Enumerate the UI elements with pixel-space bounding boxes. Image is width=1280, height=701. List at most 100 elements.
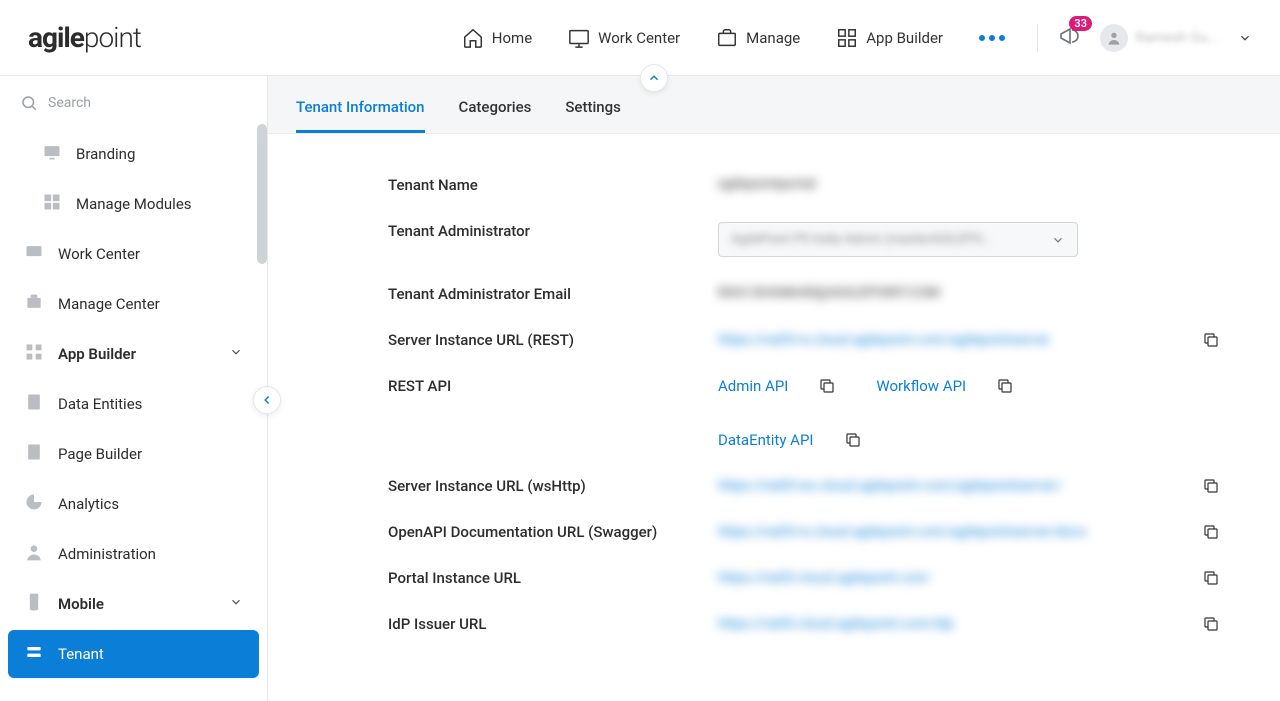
value-wshttp-url: https://na03-ws.cloud.agilepoint.com/agi… [718,478,1062,494]
logo-light: point [84,21,141,54]
sidebar-item-app-builder[interactable]: App Builder [8,330,259,378]
nav-home[interactable]: Home [462,27,532,49]
sidebar-item-page-builder[interactable]: Page Builder [8,430,259,478]
data-entities-icon [24,392,44,416]
label-rest-api: REST API [388,377,718,395]
label-swagger-url: OpenAPI Documentation URL (Swagger) [388,523,718,541]
top-nav: Home Work Center Manage App Builder [462,27,1005,49]
nav-work-center-label: Work Center [598,29,680,47]
field-tenant-admin: Tenant Administrator AgilePoint PS India… [388,208,1220,271]
field-portal-url: Portal Instance URL https://na03.cloud.a… [388,555,1220,601]
field-swagger-url: OpenAPI Documentation URL (Swagger) http… [388,509,1220,555]
logo: agilepoint [28,21,141,54]
manage-modules-icon [42,192,62,216]
sidebar-item-label: Analytics [58,495,119,513]
copy-icon[interactable] [1202,477,1220,495]
link-admin-api[interactable]: Admin API [718,377,788,395]
value-tenant-admin-email: RAVI.SHANKAR@AGILEPOINT.COM [718,285,940,301]
sidebar-item-work-center[interactable]: Work Center [8,230,259,278]
label-idp-url: IdP Issuer URL [388,615,718,633]
copy-icon[interactable] [1202,569,1220,587]
sidebar-list: Branding Manage Modules Work Center Manage … [0,120,267,701]
notifications[interactable]: 33 [1058,24,1082,52]
sidebar: Search Branding Manage Modules Work Center… [0,76,268,701]
label-tenant-admin-email: Tenant Administrator Email [388,285,718,303]
sidebar-item-mobile[interactable]: Mobile [8,580,259,628]
sidebar-scrollbar[interactable] [257,124,267,264]
mobile-icon [24,592,44,616]
label-tenant-name: Tenant Name [388,176,718,194]
notification-badge: 33 [1069,16,1092,31]
tab-settings[interactable]: Settings [565,98,621,133]
logo-bold: agile [28,21,84,54]
copy-icon[interactable] [1202,331,1220,349]
page-builder-icon [24,442,44,466]
copy-icon[interactable] [996,377,1014,395]
chevron-down-icon [1238,31,1252,45]
field-rest-url: Server Instance URL (REST) https://na03-… [388,317,1220,363]
sidebar-item-administration[interactable]: Administration [8,530,259,578]
sidebar-item-manage-modules[interactable]: Manage Modules [8,180,259,228]
value-rest-url: https://na03-rs.cloud.agilepoint.com/agi… [718,332,1050,348]
monitor-icon [568,27,590,49]
value-swagger-url: https://na03-rs.cloud.agilepoint.com/agi… [718,524,1086,540]
search-icon [20,94,38,112]
sidebar-item-label: Manage Center [58,295,160,313]
field-tenant-name: Tenant Name agilepointportal [388,162,1220,208]
app-builder-icon [24,342,44,366]
nav-manage[interactable]: Manage [716,27,800,49]
sidebar-item-branding[interactable]: Branding [8,130,259,178]
sidebar-item-data-entities[interactable]: Data Entities [8,380,259,428]
sidebar-item-label: Branding [76,145,135,163]
chevron-left-icon [260,393,274,407]
nav-app-builder[interactable]: App Builder [836,27,943,49]
link-workflow-api[interactable]: Workflow API [876,377,966,395]
sidebar-item-label: Work Center [58,245,140,263]
header-collapse-button[interactable] [640,64,668,92]
label-wshttp-url: Server Instance URL (wsHttp) [388,477,718,495]
search-placeholder: Search [48,95,91,111]
select-tenant-admin[interactable]: AgilePoint PS India Admin (masterAGILEPO… [718,222,1078,257]
tabs: Tenant Information Categories Settings [268,76,1280,133]
copy-icon[interactable] [818,377,836,395]
label-tenant-admin: Tenant Administrator [388,222,718,240]
copy-icon[interactable] [1202,615,1220,633]
field-wshttp-url: Server Instance URL (wsHttp) https://na0… [388,463,1220,509]
sidebar-item-analytics[interactable]: Analytics [8,480,259,528]
tab-categories[interactable]: Categories [459,98,532,133]
user-menu[interactable]: Ramesh Gu... [1100,24,1252,52]
sidebar-item-label: Administration [58,545,156,563]
grid-icon [836,27,858,49]
avatar [1100,24,1128,52]
chevron-down-icon [1051,233,1065,247]
value-portal-url: https://na03.cloud.agilepoint.com [718,570,929,586]
chevron-down-icon [229,345,243,363]
tenant-icon [24,642,44,666]
chevron-up-icon [647,71,661,85]
link-dataentity-api[interactable]: DataEntity API [718,431,814,449]
sidebar-item-manage-center[interactable]: Manage Center [8,280,259,328]
administration-icon [24,542,44,566]
select-tenant-admin-value: AgilePoint PS India Admin (masterAGILEPO… [731,232,992,247]
sidebar-collapse-handle[interactable] [253,386,281,414]
work-center-icon [24,242,44,266]
sidebar-item-label: App Builder [58,345,136,363]
tab-tenant-information[interactable]: Tenant Information [296,98,425,133]
copy-icon[interactable] [844,431,862,449]
home-icon [462,27,484,49]
field-rest-api: REST API Admin API Workflow API DataEnti… [388,363,1220,463]
analytics-icon [24,492,44,516]
user-name: Ramesh Gu... [1136,30,1226,46]
field-tenant-admin-email: Tenant Administrator Email RAVI.SHANKAR@… [388,271,1220,317]
more-menu[interactable] [979,35,1005,41]
sidebar-search[interactable]: Search [0,76,267,120]
copy-icon[interactable] [1202,523,1220,541]
sidebar-item-tenant[interactable]: Tenant [8,630,259,678]
chevron-down-icon [229,595,243,613]
label-rest-url: Server Instance URL (REST) [388,331,718,349]
nav-work-center[interactable]: Work Center [568,27,680,49]
sidebar-item-label: Manage Modules [76,195,192,213]
sidebar-item-label: Mobile [58,595,104,613]
nav-manage-label: Manage [746,29,800,47]
sidebar-item-label: Page Builder [58,445,142,463]
